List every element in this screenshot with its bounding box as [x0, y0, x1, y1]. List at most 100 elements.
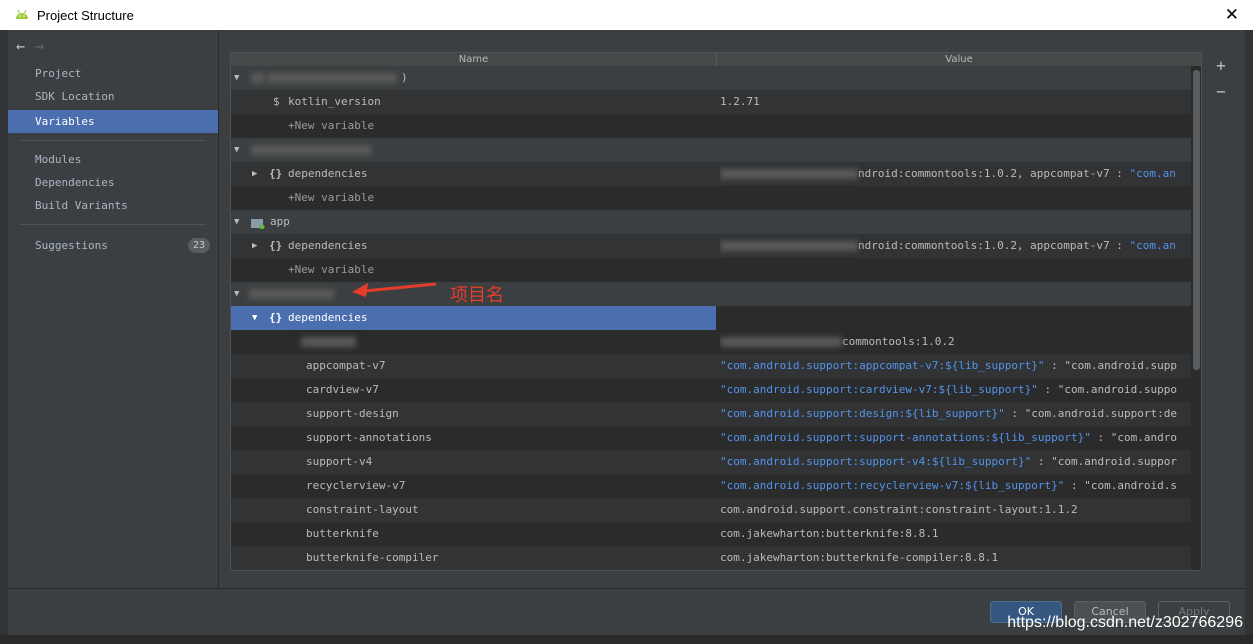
- dependency-value[interactable]: com.jakewharton:butterknife:8.8.1: [720, 522, 1200, 546]
- dependency-value: : "com.android.s: [1064, 479, 1177, 492]
- braces-icon: {}: [269, 167, 283, 180]
- dependency-value-link: "com.android.support:support-annotations…: [720, 431, 1091, 444]
- variable-value[interactable]: 1.2.71: [720, 90, 1200, 114]
- column-header-value[interactable]: Value: [717, 53, 1201, 66]
- title-bar: Project Structure ✕: [0, 0, 1253, 30]
- dependency-name: butterknife: [306, 527, 379, 540]
- scrollbar-thumb[interactable]: [1193, 70, 1200, 370]
- close-icon[interactable]: ✕: [1225, 5, 1239, 25]
- collapse-triangle-icon[interactable]: ▶: [252, 234, 257, 258]
- redacted-name: [301, 330, 356, 354]
- table-row[interactable]: commontools:1.0.2: [231, 330, 1201, 354]
- dependency-name: support-design: [306, 407, 399, 420]
- dependency-value[interactable]: com.android.support.constraint:constrain…: [720, 498, 1200, 522]
- sidebar-divider: [20, 140, 206, 141]
- table-row[interactable]: $ kotlin_version 1.2.71: [231, 90, 1201, 114]
- table-row[interactable]: support-v4 "com.android.support:support-…: [231, 450, 1201, 474]
- table-row[interactable]: recyclerview-v7 "com.android.support:rec…: [231, 474, 1201, 498]
- table-row[interactable]: ▼ ): [231, 66, 1201, 90]
- variable-name: kotlin_version: [288, 95, 381, 108]
- remove-icon[interactable]: −: [1213, 82, 1229, 101]
- window-frame-right: [1245, 30, 1253, 644]
- expand-triangle-icon[interactable]: ▼: [234, 66, 239, 90]
- dependency-name: cardview-v7: [306, 383, 379, 396]
- expand-triangle-icon[interactable]: ▼: [234, 210, 239, 234]
- variables-panel: Name Value ▼ ) $ kotlin_version 1.2.71 +…: [219, 30, 1245, 588]
- expand-triangle-icon[interactable]: ▼: [234, 138, 239, 162]
- table-row[interactable]: ▼ app: [231, 210, 1201, 234]
- sidebar: ← → Project SDK Location Variables Module…: [8, 30, 219, 588]
- dependencies-value-link: "com.an: [1129, 239, 1176, 252]
- forward-arrow-icon[interactable]: →: [35, 37, 44, 55]
- window-title: Project Structure: [37, 8, 134, 23]
- sidebar-item-label: Suggestions: [35, 239, 108, 252]
- column-header-name[interactable]: Name: [231, 53, 717, 66]
- table-header: Name Value: [231, 53, 1201, 67]
- table-row[interactable]: ▶ {} dependencies ndroid:commontools:1.0…: [231, 162, 1201, 186]
- sidebar-item-suggestions[interactable]: Suggestions 23: [8, 234, 218, 257]
- sidebar-item-variables[interactable]: Variables: [8, 110, 218, 133]
- elephant-icon: [251, 66, 265, 90]
- suggestions-count-badge: 23: [187, 238, 210, 253]
- dependencies-value: ndroid:commontools:1.0.2, appcompat-v7 :: [858, 167, 1130, 180]
- dependency-value: : "com.android.support:de: [1004, 407, 1177, 420]
- dependency-value-link: "com.android.support:cardview-v7:${lib_s…: [720, 383, 1038, 396]
- expand-triangle-icon[interactable]: ▼: [252, 306, 257, 330]
- dependencies-value: ndroid:commontools:1.0.2, appcompat-v7 :: [858, 239, 1130, 252]
- expand-triangle-icon[interactable]: ▼: [234, 282, 239, 306]
- table-row[interactable]: support-design "com.android.support:desi…: [231, 402, 1201, 426]
- module-name: app: [270, 215, 290, 228]
- dependencies-label: dependencies: [288, 311, 368, 324]
- window-frame-bottom: [0, 634, 1253, 644]
- sidebar-item-sdk-location[interactable]: SDK Location: [8, 85, 218, 108]
- annotation-arrow-icon: [352, 282, 437, 297]
- collapse-triangle-icon[interactable]: ▶: [252, 162, 257, 186]
- table-row[interactable]: support-annotations "com.android.support…: [231, 426, 1201, 450]
- braces-icon: {}: [269, 239, 283, 252]
- module-folder-icon: [251, 219, 265, 229]
- redacted-value: [720, 169, 858, 179]
- dependency-value[interactable]: com.jakewharton:butterknife-compiler:8.8…: [720, 546, 1200, 570]
- table-row[interactable]: ▶ {} dependencies ndroid:commontools:1.0…: [231, 234, 1201, 258]
- dependency-name: support-annotations: [306, 431, 432, 444]
- dependency-name: appcompat-v7: [306, 359, 386, 372]
- group-label: ): [401, 71, 408, 84]
- redacted-name: [251, 138, 371, 162]
- table-body: ▼ ) $ kotlin_version 1.2.71 +New variabl…: [231, 66, 1201, 570]
- dependency-value: : "com.android.suppo: [1037, 383, 1177, 396]
- dependency-value-link: "com.android.support:support-v4:${lib_su…: [720, 455, 1032, 468]
- dependencies-value-link: "com.an: [1129, 167, 1176, 180]
- watermark-text: https://blog.csdn.net/z302766296: [1007, 614, 1243, 631]
- dependency-value-link: "com.android.support:appcompat-v7:${lib_…: [720, 359, 1045, 372]
- table-row[interactable]: butterknife-compiler com.jakewharton:but…: [231, 546, 1201, 570]
- sidebar-item-modules[interactable]: Modules: [8, 148, 218, 171]
- table-row[interactable]: ▼: [231, 138, 1201, 162]
- redacted-value: [720, 241, 858, 251]
- back-arrow-icon[interactable]: ←: [16, 37, 25, 55]
- table-row[interactable]: +New variable: [231, 186, 1201, 210]
- table-row[interactable]: ▼ {} dependencies: [231, 306, 1201, 330]
- table-row[interactable]: appcompat-v7 "com.android.support:appcom…: [231, 354, 1201, 378]
- add-icon[interactable]: +: [1213, 56, 1229, 75]
- dependency-name: constraint-layout: [306, 503, 419, 516]
- dependency-value: : "com.android.suppor: [1031, 455, 1177, 468]
- variables-table: Name Value ▼ ) $ kotlin_version 1.2.71 +…: [230, 52, 1202, 571]
- redacted-project-name: [249, 282, 334, 306]
- new-variable-link[interactable]: +New variable: [288, 114, 374, 138]
- sidebar-item-dependencies[interactable]: Dependencies: [8, 171, 218, 194]
- window-frame-left: [0, 30, 8, 644]
- new-variable-link[interactable]: +New variable: [288, 186, 374, 210]
- dependency-value-link: "com.android.support:recyclerview-v7:${l…: [720, 479, 1065, 492]
- dependency-name: recyclerview-v7: [306, 479, 406, 492]
- sidebar-item-project[interactable]: Project: [8, 62, 218, 85]
- table-row[interactable]: butterknife com.jakewharton:butterknife:…: [231, 522, 1201, 546]
- nav-arrows: ← →: [16, 37, 44, 55]
- table-row[interactable]: +New variable: [231, 114, 1201, 138]
- sidebar-divider: [20, 224, 206, 225]
- table-row[interactable]: constraint-layout com.android.support.co…: [231, 498, 1201, 522]
- dependency-name: support-v4: [306, 455, 373, 468]
- table-row[interactable]: cardview-v7 "com.android.support:cardvie…: [231, 378, 1201, 402]
- sidebar-item-build-variants[interactable]: Build Variants: [8, 194, 218, 217]
- braces-icon: {}: [269, 311, 283, 324]
- dependency-name: butterknife-compiler: [306, 551, 439, 564]
